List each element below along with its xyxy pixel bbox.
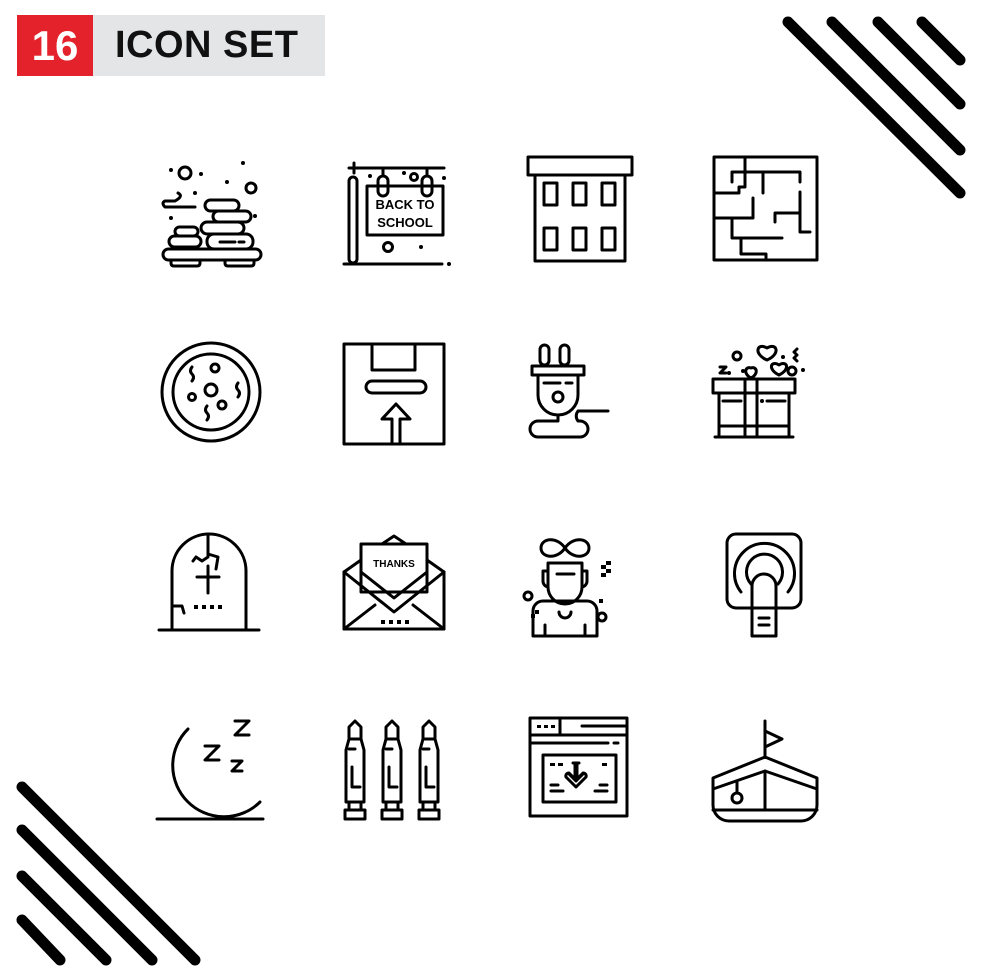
back-to-school-sign-icon: BACK TO SCHOOL [332,148,458,274]
sign-text-line1: BACK TO [376,197,435,212]
moon-sleep-icon [145,709,271,835]
electric-plug-icon [518,335,644,461]
box-upload-icon [332,335,458,461]
building-icon [518,148,644,274]
thanks-text: THANKS [373,559,415,570]
petri-dish-icon [145,335,271,461]
spa-stones-icon [145,148,271,274]
boat-flag-icon [705,709,831,835]
gift-box-hearts-icon [705,335,831,461]
icon-count-badge: 16 [17,15,93,76]
page-title: ICON SET [93,15,325,76]
thanks-envelope-icon: THANKS [332,522,458,648]
touch-button-icon [705,522,831,648]
header: 16 ICON SET [17,15,325,76]
christmas-lights-icon [332,709,458,835]
infinity-mind-person-icon [518,522,644,648]
tombstone-icon [145,522,271,648]
browser-download-icon [518,709,644,835]
sign-text-line2: SCHOOL [377,215,433,230]
maze-icon [705,148,831,274]
